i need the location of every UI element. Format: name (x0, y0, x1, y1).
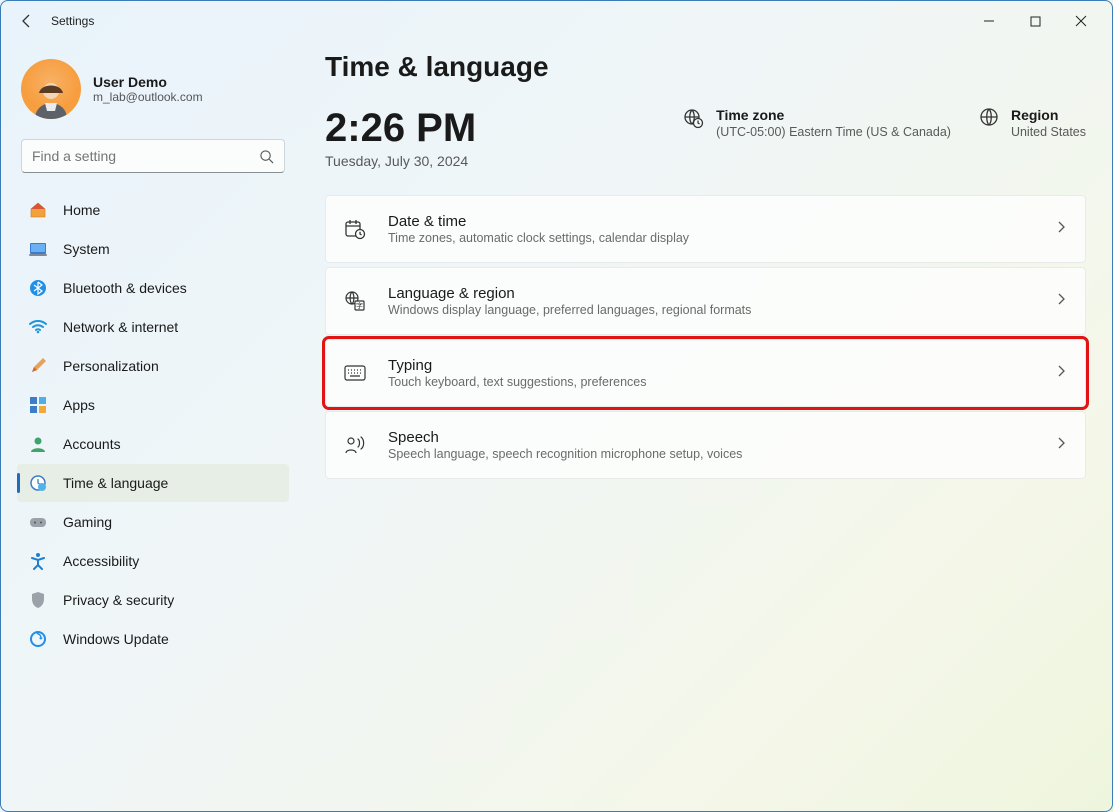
sidebar: User Demo m_lab@outlook.com Home System … (1, 41, 301, 811)
keyboard-icon (344, 362, 366, 384)
nav-item-system[interactable]: System (17, 230, 289, 268)
close-icon (1075, 15, 1087, 27)
nav-label: Privacy & security (63, 592, 174, 608)
nav-item-home[interactable]: Home (17, 191, 289, 229)
card-title: Speech (388, 429, 1033, 446)
svg-text:字: 字 (356, 301, 363, 310)
card-typing[interactable]: Typing Touch keyboard, text suggestions,… (325, 339, 1086, 407)
nav-label: Gaming (63, 514, 112, 530)
main-content: Time & language 2:26 PM Tuesday, July 30… (301, 41, 1112, 811)
chevron-right-icon (1055, 292, 1067, 310)
speech-icon (344, 434, 366, 456)
nav-label: Home (63, 202, 100, 218)
nav-item-gaming[interactable]: Gaming (17, 503, 289, 541)
person-icon (29, 435, 47, 453)
nav-item-network[interactable]: Network & internet (17, 308, 289, 346)
card-title: Typing (388, 357, 1033, 374)
region-value: United States (1011, 125, 1086, 139)
nav-label: Accounts (63, 436, 121, 452)
chevron-right-icon (1055, 364, 1067, 382)
clock-date: Tuesday, July 30, 2024 (325, 153, 476, 169)
region-label: Region (1011, 107, 1086, 123)
gamepad-icon (29, 513, 47, 531)
nav-item-privacy[interactable]: Privacy & security (17, 581, 289, 619)
maximize-icon (1030, 16, 1041, 27)
nav-label: Accessibility (63, 553, 139, 569)
nav-list: Home System Bluetooth & devices Network … (17, 191, 289, 658)
profile-name: User Demo (93, 74, 203, 90)
nav-item-time-language[interactable]: Time & language (17, 464, 289, 502)
shield-icon (29, 591, 47, 609)
clock-globe-icon (29, 474, 47, 492)
chevron-right-icon (1055, 436, 1067, 454)
nav-item-apps[interactable]: Apps (17, 386, 289, 424)
card-language-region[interactable]: 字 Language & region Windows display lang… (325, 267, 1086, 335)
card-subtitle: Touch keyboard, text suggestions, prefer… (388, 375, 1033, 389)
nav-label: Windows Update (63, 631, 169, 647)
nav-item-windows-update[interactable]: Windows Update (17, 620, 289, 658)
apps-icon (29, 396, 47, 414)
maximize-button[interactable] (1012, 5, 1058, 37)
nav-item-bluetooth[interactable]: Bluetooth & devices (17, 269, 289, 307)
card-subtitle: Windows display language, preferred lang… (388, 303, 1033, 317)
card-title: Language & region (388, 285, 1033, 302)
window-controls (966, 5, 1104, 37)
minimize-button[interactable] (966, 5, 1012, 37)
system-icon (29, 240, 47, 258)
titlebar: Settings (1, 1, 1112, 41)
chevron-right-icon (1055, 220, 1067, 238)
minimize-icon (983, 15, 995, 27)
search-box[interactable] (21, 139, 285, 173)
nav-item-accessibility[interactable]: Accessibility (17, 542, 289, 580)
search-input[interactable] (32, 148, 259, 164)
avatar-illustration-icon (29, 75, 73, 119)
paintbrush-icon (29, 357, 47, 375)
update-icon (29, 630, 47, 648)
card-subtitle: Speech language, speech recognition micr… (388, 447, 1033, 461)
nav-label: Time & language (63, 475, 168, 491)
calendar-clock-icon (344, 218, 366, 240)
close-button[interactable] (1058, 5, 1104, 37)
nav-label: Apps (63, 397, 95, 413)
page-title: Time & language (325, 51, 1086, 83)
card-title: Date & time (388, 213, 1033, 230)
nav-label: Bluetooth & devices (63, 280, 187, 296)
timezone-value: (UTC-05:00) Eastern Time (US & Canada) (716, 125, 951, 139)
search-icon (259, 149, 274, 164)
nav-item-personalization[interactable]: Personalization (17, 347, 289, 385)
globe-icon (979, 107, 999, 132)
clock-block: 2:26 PM Tuesday, July 30, 2024 (325, 107, 476, 169)
timezone-block[interactable]: Time zone (UTC-05:00) Eastern Time (US &… (682, 107, 951, 139)
nav-label: Network & internet (63, 319, 178, 335)
nav-item-accounts[interactable]: Accounts (17, 425, 289, 463)
app-title: Settings (51, 14, 94, 28)
timezone-label: Time zone (716, 107, 951, 123)
bluetooth-icon (29, 279, 47, 297)
card-speech[interactable]: Speech Speech language, speech recogniti… (325, 411, 1086, 479)
profile-email: m_lab@outlook.com (93, 90, 203, 104)
wifi-icon (29, 318, 47, 336)
accessibility-icon (29, 552, 47, 570)
home-icon (29, 201, 47, 219)
status-row: 2:26 PM Tuesday, July 30, 2024 Time zone… (325, 107, 1086, 169)
card-subtitle: Time zones, automatic clock settings, ca… (388, 231, 1033, 245)
back-button[interactable] (9, 3, 45, 39)
profile-block[interactable]: User Demo m_lab@outlook.com (17, 59, 289, 119)
region-block[interactable]: Region United States (979, 107, 1086, 139)
clock-time: 2:26 PM (325, 107, 476, 149)
nav-label: Personalization (63, 358, 159, 374)
globe-clock-icon (682, 107, 704, 134)
nav-label: System (63, 241, 110, 257)
arrow-left-icon (19, 13, 35, 29)
language-icon: 字 (344, 290, 366, 312)
card-date-time[interactable]: Date & time Time zones, automatic clock … (325, 195, 1086, 263)
avatar (21, 59, 81, 119)
